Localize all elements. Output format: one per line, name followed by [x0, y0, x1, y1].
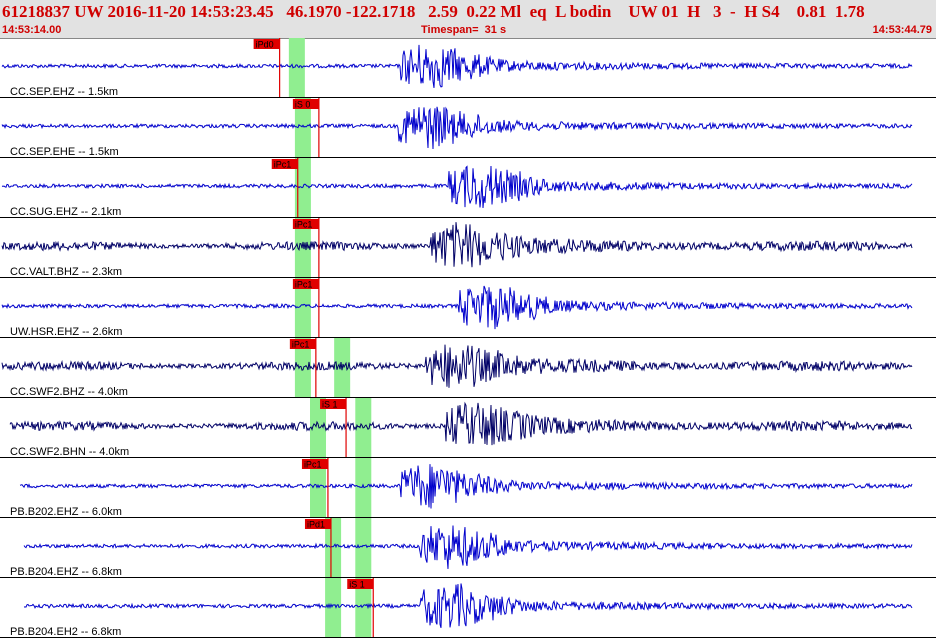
event-title: 61218837 UW 2016-11-20 14:53:23.45 46.19…: [2, 2, 865, 21]
station-label: CC.SEP.EHZ -- 1.5km: [10, 86, 118, 98]
station-label: CC.SUG.EHZ -- 2.1km: [10, 206, 122, 218]
station-label: UW.HSR.EHZ -- 2.6km: [10, 326, 123, 338]
seismic-trace: [19, 464, 913, 509]
pick-label: iS 1: [322, 400, 338, 410]
event-header: 61218837 UW 2016-11-20 14:53:23.45 46.19…: [0, 0, 936, 39]
waveform-panel[interactable]: iPc1 UW.HSR.EHZ -- 2.6km: [0, 278, 936, 338]
pick-window: [355, 518, 372, 578]
pick-window: [355, 458, 372, 518]
waveform-panel[interactable]: iPc1 CC.SWF2.BHZ -- 4.0km: [0, 338, 936, 398]
pick-label: iS 0: [295, 100, 311, 110]
pick-label: iPc1: [304, 460, 322, 470]
station-label: PB.B204.EHZ -- 6.8km: [10, 566, 122, 578]
station-label: CC.SWF2.BHN -- 4.0km: [10, 446, 130, 458]
seismic-trace: [1, 165, 913, 209]
waveform-panel[interactable]: iS 1 PB.B204.EH2 -- 6.8km: [0, 578, 936, 638]
pick-label: iPc1: [295, 280, 313, 290]
waveform-panel[interactable]: iPd1 PB.B204.EHZ -- 6.8km: [0, 518, 936, 578]
seismic-trace: [23, 583, 913, 629]
station-label: CC.VALT.BHZ -- 2.3km: [10, 266, 123, 278]
pick-label: iPd1: [307, 520, 325, 530]
pick-label: iS 1: [349, 580, 365, 590]
waveform-panel[interactable]: iPc1 PB.B202.EHZ -- 6.0km: [0, 458, 936, 518]
seismic-trace: [1, 106, 913, 150]
waveform-panel[interactable]: iPc1 CC.SUG.EHZ -- 2.1km: [0, 158, 936, 218]
timespan-label: Timespan= 31 s: [421, 24, 507, 36]
station-label: CC.SWF2.BHZ -- 4.0km: [10, 386, 128, 398]
seismic-trace: [1, 285, 913, 330]
station-label: PB.B202.EHZ -- 6.0km: [10, 506, 122, 518]
seismic-trace: [23, 525, 913, 569]
pick-label: iPd0: [256, 40, 274, 50]
waveform-panel[interactable]: iS 1 CC.SWF2.BHN -- 4.0km: [0, 398, 936, 458]
seismic-trace: [1, 222, 913, 268]
pick-label: iPc1: [292, 340, 310, 350]
end-time: 14:53:44.79: [872, 24, 932, 36]
station-label: CC.SEP.EHE -- 1.5km: [10, 146, 119, 158]
pick-window: [288, 38, 305, 98]
seismic-trace: [1, 44, 913, 88]
waveform-panel[interactable]: iPd0 CC.SEP.EHZ -- 1.5km: [0, 38, 936, 98]
start-time: 14:53:14.00: [2, 24, 62, 36]
station-label: PB.B204.EH2 -- 6.8km: [10, 626, 122, 638]
pick-label: iPc1: [274, 160, 292, 170]
seismic-trace: [9, 401, 913, 446]
waveform-panels: iPd0 CC.SEP.EHZ -- 1.5km iS 0 CC.SEP.EHE --…: [0, 38, 936, 640]
seismic-trace: [1, 344, 913, 388]
waveform-panel[interactable]: iPc1 CC.VALT.BHZ -- 2.3km: [0, 218, 936, 278]
pick-label: iPc1: [295, 220, 313, 230]
waveform-panel[interactable]: iS 0 CC.SEP.EHE -- 1.5km: [0, 98, 936, 158]
